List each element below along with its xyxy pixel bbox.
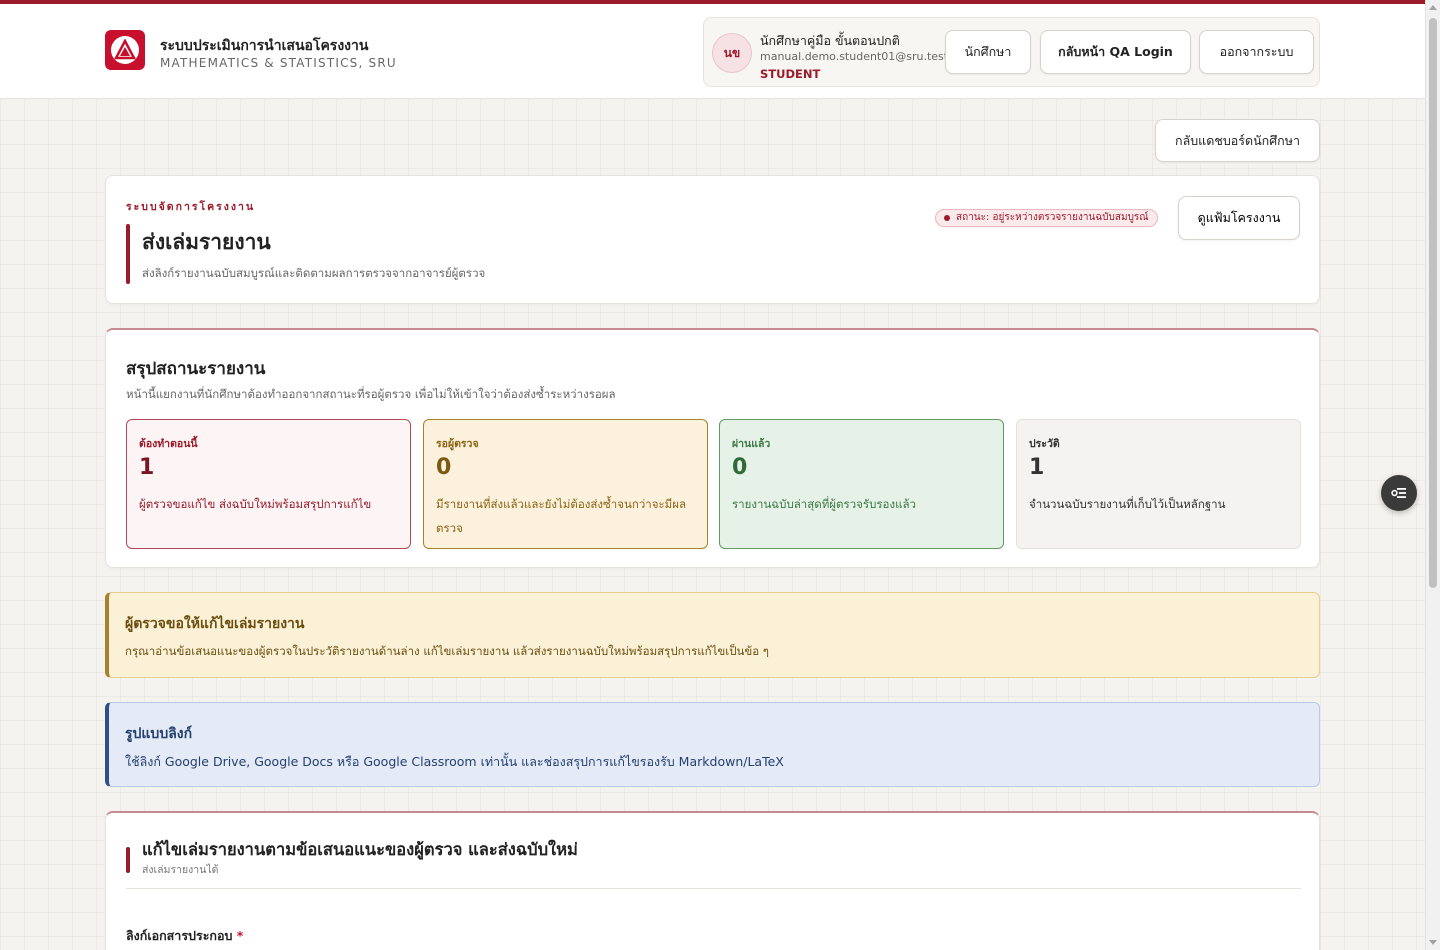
scroll-up-arrow-icon[interactable] [1429, 5, 1437, 10]
qa-login-button[interactable]: กลับหน้า QA Login [1040, 30, 1191, 74]
doc-link-label-text: ลิงก์เอกสารประกอบ [126, 928, 233, 943]
view-project-folder-button[interactable]: ดูแฟ้มโครงงาน [1178, 196, 1300, 240]
stat-card-todo: ต้องทำตอนนี้ 1 ผู้ตรวจขอแก้ไข ส่งฉบับใหม… [126, 419, 411, 549]
status-badge: สถานะ: อยู่ระหว่างตรวจรายงานฉบับสมบูรณ์ [935, 209, 1158, 227]
stat-description: จำนวนฉบับรายงานที่เก็บไว้เป็นหลักฐาน [1029, 497, 1226, 511]
alert-body: ใช้ลิงก์ Google Drive, Google Docs หรือ … [125, 754, 784, 769]
university-logo-icon[interactable] [105, 30, 145, 70]
project-eyebrow: ระบบจัดการโครงงาน [126, 201, 256, 213]
stat-label: ผ่านแล้ว [732, 438, 771, 450]
brand-title: ระบบประเมินการนำเสนอโครงงาน [160, 38, 369, 54]
back-dashboard-button[interactable]: กลับแดชบอร์ดนักศึกษา [1155, 119, 1320, 162]
stat-value: 1 [1029, 455, 1045, 480]
project-card: ระบบจัดการโครงงาน ส่งเล่มรายงาน ส่งลิงก์… [105, 175, 1320, 304]
summary-title: สรุปสถานะรายงาน [126, 359, 266, 379]
stat-description: มีรายงานที่ส่งแล้วและยังไม่ต้องส่งซ้ำจนก… [436, 497, 687, 535]
alert-body: กรุณาอ่านข้อเสนอแนะของผู้ตรวจในประวัติรา… [125, 644, 769, 658]
stat-card-history: ประวัติ 1 จำนวนฉบับรายงานที่เก็บไว้เป็นห… [1016, 419, 1301, 549]
user-role: STUDENT [760, 67, 821, 81]
sliders-icon [1391, 488, 1406, 498]
page-title: ส่งเล่มรายงาน [142, 230, 271, 254]
title-accent-bar [126, 224, 130, 284]
stat-description: รายงานฉบับล่าสุดที่ผู้ตรวจรับรองแล้ว [732, 497, 916, 511]
page-scrollbar[interactable] [1425, 0, 1440, 950]
stat-label: ประวัติ [1029, 438, 1060, 450]
form-title: แก้ไขเล่มรายงานตามข้อเสนอแนะของผู้ตรวจ แ… [142, 840, 578, 859]
student-button[interactable]: นักศึกษา [945, 30, 1031, 74]
stat-label: รอผู้ตรวจ [436, 438, 479, 450]
user-name: นักศึกษาคู่มือ ขั้นตอนปกติ [760, 33, 900, 48]
stat-value: 0 [436, 455, 452, 480]
resubmit-form-card: แก้ไขเล่มรายงานตามข้อเสนอแนะของผู้ตรวจ แ… [105, 811, 1320, 950]
summary-description: หน้านี้แยกงานที่นักศึกษาต้องทำออกจากสถาน… [126, 387, 616, 401]
report-summary-card: สรุปสถานะรายงาน หน้านี้แยกงานที่นักศึกษา… [105, 328, 1320, 568]
logout-button[interactable]: ออกจากระบบ [1199, 30, 1314, 74]
stat-label: ต้องทำตอนนี้ [139, 438, 198, 450]
form-subtitle: ส่งเล่มรายงานได้ [142, 864, 219, 876]
avatar: นข [712, 33, 752, 73]
form-accent-bar [126, 847, 130, 873]
required-mark: * [236, 928, 244, 943]
revision-request-alert: ผู้ตรวจขอให้แก้ไขเล่มรายงาน กรุณาอ่านข้อ… [105, 592, 1320, 678]
scroll-down-arrow-icon[interactable] [1429, 940, 1437, 945]
page-description: ส่งลิงก์รายงานฉบับสมบูรณ์และติดตามผลการต… [142, 266, 486, 280]
settings-toggle-icon[interactable] [1381, 475, 1417, 511]
alert-title: รูปแบบลิงก์ [125, 726, 193, 742]
scrollbar-thumb[interactable] [1429, 18, 1437, 588]
brand-subtitle: MATHEMATICS & STATISTICS, SRU [160, 56, 397, 70]
stat-value: 1 [139, 455, 155, 480]
divider [126, 888, 1301, 889]
stat-card-passed: ผ่านแล้ว 0 รายงานฉบับล่าสุดที่ผู้ตรวจรับ… [719, 419, 1004, 549]
app-header: ระบบประเมินการนำเสนอโครงงาน MATHEMATICS … [0, 4, 1425, 99]
stat-description: ผู้ตรวจขอแก้ไข ส่งฉบับใหม่พร้อมสรุปการแก… [139, 497, 372, 511]
stat-card-waiting: รอผู้ตรวจ 0 มีรายงานที่ส่งแล้วและยังไม่ต… [423, 419, 708, 549]
stat-value: 0 [732, 455, 748, 480]
user-panel: นข นักศึกษาคู่มือ ขั้นตอนปกติ manual.dem… [703, 17, 1320, 87]
link-format-alert: รูปแบบลิงก์ ใช้ลิงก์ Google Drive, Googl… [105, 702, 1320, 787]
logo-glyph-icon [114, 39, 136, 60]
doc-link-label: ลิงก์เอกสารประกอบ * [126, 926, 243, 946]
user-email: manual.demo.student01@sru.test [760, 50, 949, 63]
alert-title: ผู้ตรวจขอให้แก้ไขเล่มรายงาน [125, 616, 305, 632]
